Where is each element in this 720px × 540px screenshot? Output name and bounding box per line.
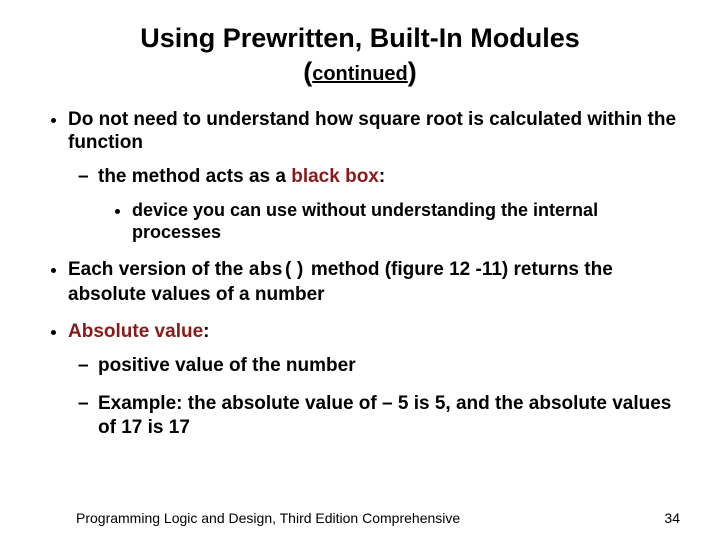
paren-open: ( [303,57,312,87]
b1s1-kw: black box [291,166,379,187]
title-sub: continued [312,63,408,85]
bullet-1: Do not need to understand how square roo… [68,108,680,244]
title-line1: Using Prewritten, Built-In Modules [140,23,580,53]
bullet-2: Each version of the abs() method (figure… [68,258,680,307]
bullet-list: Do not need to understand how square roo… [40,108,680,440]
b3s1: positive value of the number [98,354,680,378]
page-number: 34 [664,510,680,526]
bullet-3: Absolute value: positive value of the nu… [68,320,680,439]
slide: Using Prewritten, Built-In Modules (cont… [0,0,720,540]
b1s1-post: : [379,166,385,187]
slide-title: Using Prewritten, Built-In Modules (cont… [40,22,680,90]
b3-kw: Absolute value [68,321,203,342]
paren-close: ) [408,57,417,87]
bullet-3-sub: positive value of the number Example: th… [68,354,680,439]
bullet-1-sub-1-detail: device you can use without understanding… [98,199,680,244]
b2-code: abs() [249,259,306,281]
bullet-1-sub-1: the method acts as a black box: device y… [98,165,680,244]
b3s2: Example: the absolute value of – 5 is 5,… [98,392,680,440]
footer: Programming Logic and Design, Third Edit… [76,510,680,526]
bullet-1-sub: the method acts as a black box: device y… [68,165,680,244]
title-sub-wrap: (continued) [303,57,417,87]
b2-pre: Each version of the [68,259,249,280]
footer-text: Programming Logic and Design, Third Edit… [76,510,460,526]
b1s1-pre: the method acts as a [98,166,291,187]
bullet-1-text: Do not need to understand how square roo… [68,109,676,154]
b3-post: : [203,321,209,342]
b1s1d1: device you can use without understanding… [132,199,680,244]
